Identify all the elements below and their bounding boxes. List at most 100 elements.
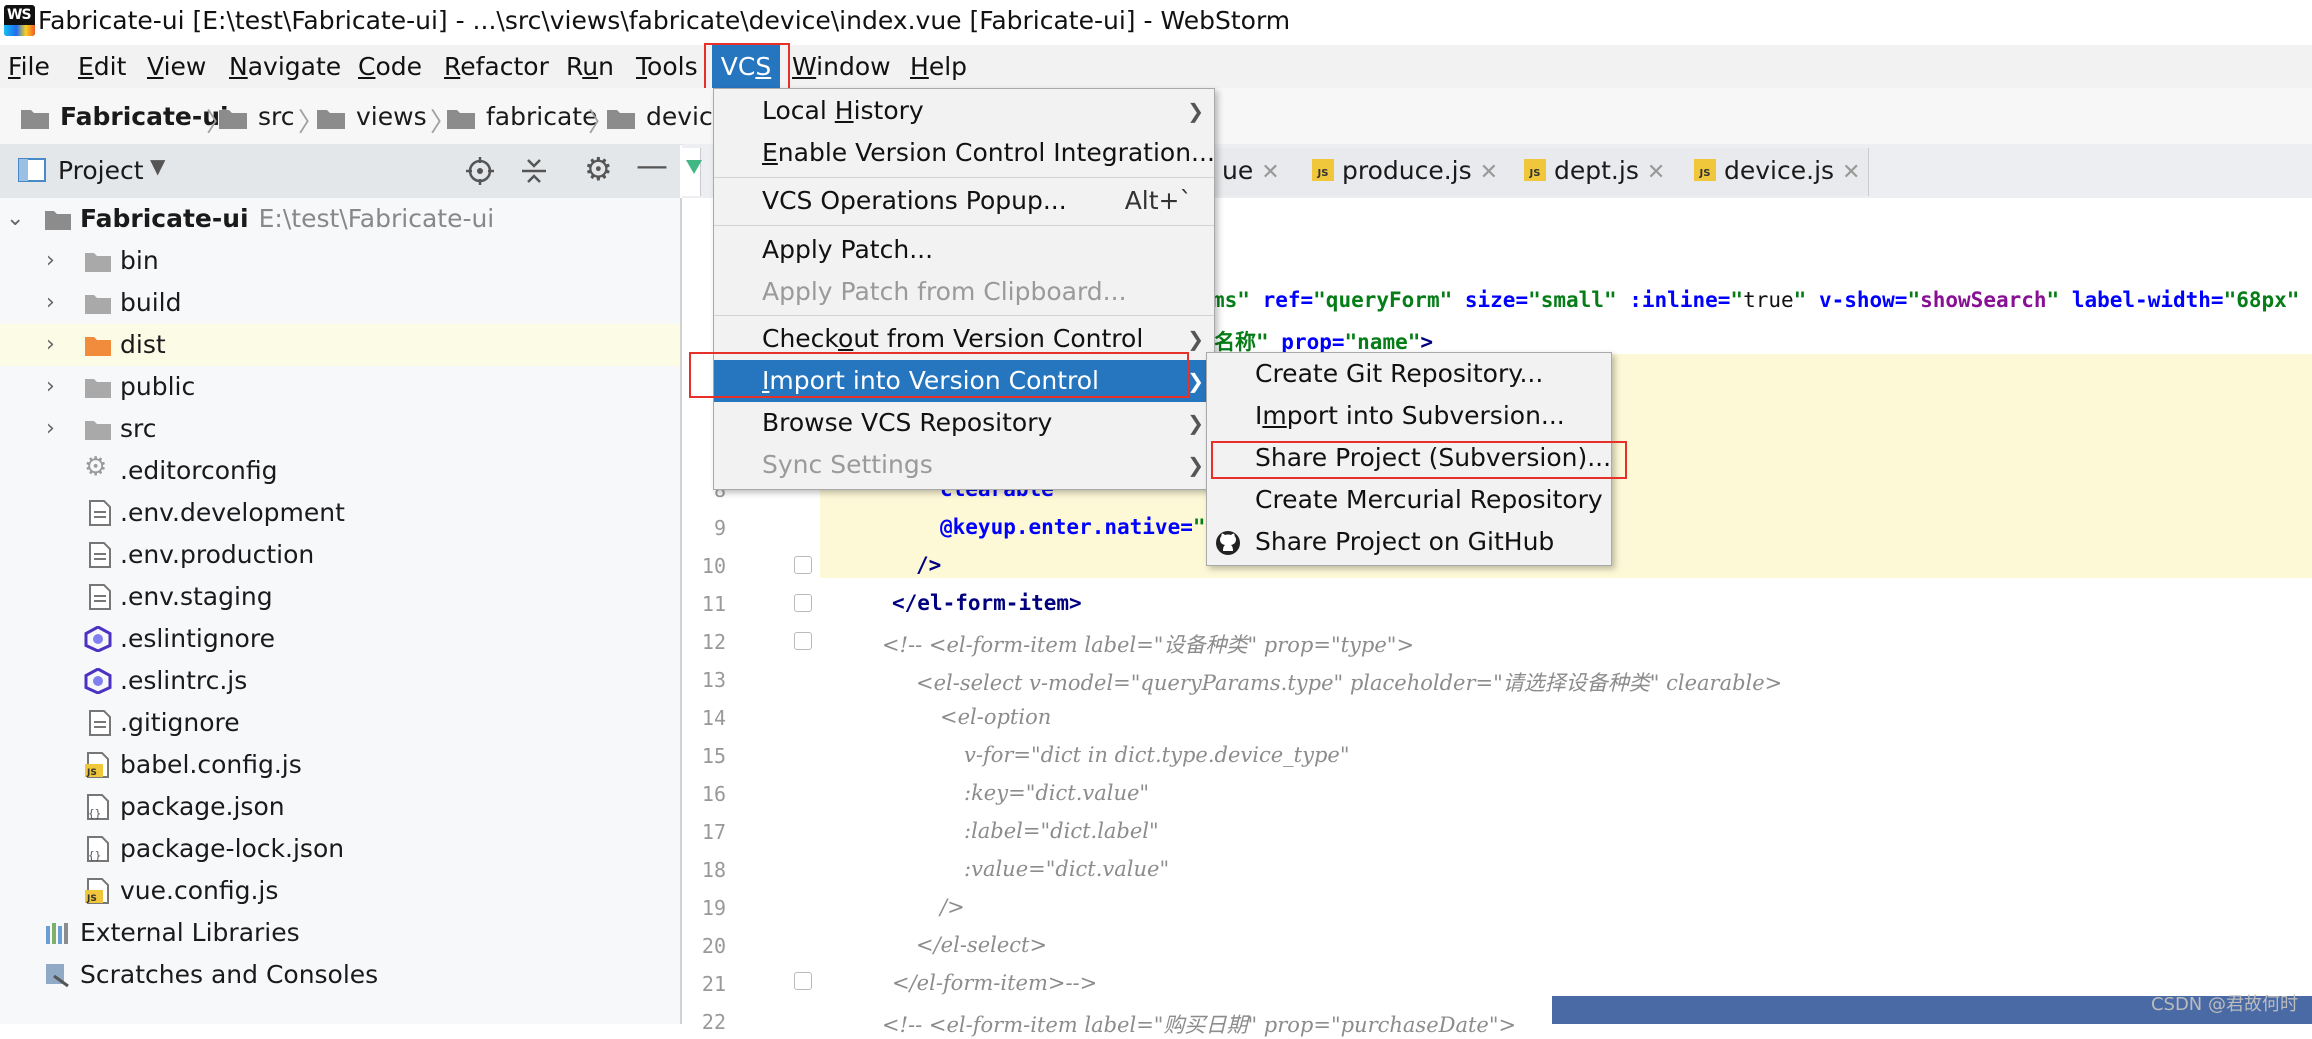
collapse-all-icon[interactable] xyxy=(520,157,548,185)
fold-marker-icon[interactable] xyxy=(794,556,812,574)
menu-item-checkout[interactable]: Checkout from Version Control ❯ xyxy=(714,318,1214,360)
menu-code[interactable]: Code xyxy=(358,45,422,88)
breadcrumb-item-src[interactable]: src xyxy=(218,102,295,132)
line-number: 9 xyxy=(713,516,726,540)
tree-item-gitignore[interactable]: .gitignore xyxy=(0,702,680,744)
tree-item-editorconfig[interactable]: ⚙ .editorconfig xyxy=(0,450,680,492)
menu-file[interactable]: File xyxy=(8,45,50,88)
tree-item-env-production[interactable]: .env.production xyxy=(0,534,680,576)
menu-navigate[interactable]: Navigate xyxy=(229,45,341,88)
tree-item-public[interactable]: › public xyxy=(0,366,680,408)
menu-item-create-git-repository[interactable]: Create Git Repository... xyxy=(1207,353,1611,395)
fold-marker-icon[interactable] xyxy=(794,972,812,990)
tab-active-edge[interactable] xyxy=(682,148,702,196)
tree-item-env-development[interactable]: .env.development xyxy=(0,492,680,534)
menu-item-create-mercurial-repository[interactable]: Create Mercurial Repository xyxy=(1207,479,1611,521)
tree-item-build[interactable]: › build xyxy=(0,282,680,324)
tab-device-js[interactable]: JS device.js ✕ xyxy=(1678,148,1869,196)
menu-window[interactable]: Window xyxy=(792,45,891,88)
tree-item-scratches[interactable]: Scratches and Consoles xyxy=(0,954,680,996)
vcs-dropdown-menu: Local History ❯ Enable Version Control In… xyxy=(713,88,1215,490)
text-file-icon xyxy=(89,584,111,610)
menu-item-share-on-github[interactable]: Share Project on GitHub xyxy=(1207,521,1611,563)
tree-item-package-lock-json[interactable]: {} package-lock.json xyxy=(0,828,680,870)
chevron-right-icon[interactable]: › xyxy=(46,374,55,399)
menu-view[interactable]: View xyxy=(147,45,206,88)
menu-separator xyxy=(714,315,1214,316)
chevron-right-icon[interactable]: › xyxy=(46,290,55,315)
vue-icon xyxy=(686,160,702,174)
breadcrumb-item-root[interactable]: Fabricate-ui xyxy=(20,102,229,132)
breadcrumb-item-fabricate[interactable]: fabricate xyxy=(446,102,597,132)
svg-text:{}: {} xyxy=(88,807,101,820)
locate-icon[interactable] xyxy=(466,157,494,185)
tree-root[interactable]: ⌄ Fabricate-ui E:\test\Fabricate-ui xyxy=(0,198,680,240)
menu-refactor[interactable]: Refactor xyxy=(444,45,549,88)
project-panel-title: Project xyxy=(58,156,144,185)
menu-item-enable-vcs[interactable]: Enable Version Control Integration... xyxy=(714,132,1215,174)
tree-item-bin[interactable]: › bin xyxy=(0,240,680,282)
tree-item-dist[interactable]: › dist xyxy=(0,324,680,366)
menu-item-share-project-subversion[interactable]: Share Project (Subversion)... xyxy=(1207,437,1611,479)
chevron-right-icon: ❯ xyxy=(1187,369,1204,393)
svg-text:JS: JS xyxy=(86,894,97,904)
menu-vcs[interactable]: VCS xyxy=(712,45,780,88)
close-icon[interactable]: ✕ xyxy=(1842,160,1860,185)
fold-marker-icon[interactable] xyxy=(794,594,812,612)
gear-icon[interactable]: ⚙ xyxy=(584,150,613,188)
menu-edit[interactable]: Edit xyxy=(78,45,126,88)
fold-marker-icon[interactable] xyxy=(794,632,812,650)
close-icon[interactable]: ✕ xyxy=(1480,160,1498,185)
eslint-icon xyxy=(84,668,112,694)
minimize-icon[interactable]: — xyxy=(636,146,668,184)
tree-item-eslintignore[interactable]: .eslintignore xyxy=(0,618,680,660)
close-icon[interactable]: ✕ xyxy=(1647,160,1665,185)
tree-item-package-json[interactable]: {} package.json xyxy=(0,786,680,828)
menu-separator xyxy=(714,177,1214,178)
code-line-13: <el-select v-model="queryParams.type" pl… xyxy=(916,671,1783,695)
menu-item-browse-vcs-repository[interactable]: Browse VCS Repository ❯ xyxy=(714,402,1214,444)
tree-item-external-libraries[interactable]: External Libraries xyxy=(0,912,680,954)
menu-item-apply-patch[interactable]: Apply Patch... xyxy=(714,229,1214,271)
tree-item-env-staging[interactable]: .env.staging xyxy=(0,576,680,618)
breadcrumb-item-views[interactable]: views xyxy=(316,102,427,132)
menu-help[interactable]: Help xyxy=(910,45,967,88)
folder-icon xyxy=(447,110,475,129)
tree-item-babel-config[interactable]: JS babel.config.js xyxy=(0,744,680,786)
menu-item-apply-patch-clipboard[interactable]: Apply Patch from Clipboard... xyxy=(714,271,1214,313)
menu-item-import-into-vcs[interactable]: Import into Version Control ❯ xyxy=(714,360,1214,402)
chevron-right-icon[interactable]: › xyxy=(46,416,55,441)
close-icon[interactable]: ✕ xyxy=(1261,160,1279,185)
menu-item-sync-settings[interactable]: Sync Settings ❯ xyxy=(714,444,1214,486)
folder-icon xyxy=(85,295,111,314)
line-number: 13 xyxy=(701,668,726,692)
chevron-down-icon[interactable]: ⌄ xyxy=(6,206,24,231)
tab-dept-js[interactable]: JS dept.js ✕ xyxy=(1508,148,1679,196)
tree-item-vue-config[interactable]: JS vue.config.js xyxy=(0,870,680,912)
chevron-right-icon: ❯ xyxy=(1187,453,1204,477)
eslint-icon xyxy=(84,626,112,652)
menu-tools[interactable]: Tools xyxy=(636,45,698,88)
menu-bar: File Edit View Navigate Code Refactor Ru… xyxy=(0,45,2312,88)
line-number: 11 xyxy=(701,592,726,616)
breadcrumb-item-device[interactable]: device xyxy=(606,102,728,132)
gear-icon: ⚙ xyxy=(84,452,108,482)
chevron-right-icon[interactable]: › xyxy=(46,332,55,357)
menu-item-import-into-subversion[interactable]: Import into Subversion... xyxy=(1207,395,1611,437)
chevron-right-icon: ❯ xyxy=(1187,411,1204,435)
chevron-right-icon[interactable]: › xyxy=(46,248,55,273)
line-number: 12 xyxy=(701,630,726,654)
code-line-10: /> xyxy=(916,553,942,577)
menu-item-local-history[interactable]: Local History ❯ xyxy=(714,90,1214,132)
menu-run[interactable]: Run xyxy=(566,45,614,88)
svg-text:JS: JS xyxy=(86,768,97,778)
tab-index-vue[interactable]: ue ✕ xyxy=(1202,148,1297,196)
line-number: 19 xyxy=(701,896,726,920)
webstorm-logo-icon: WS xyxy=(4,5,35,36)
watermark: CSDN @君故何时 xyxy=(2150,994,2298,1015)
tab-produce-js[interactable]: JS produce.js ✕ xyxy=(1296,148,1509,196)
menu-item-vcs-operations-popup[interactable]: VCS Operations Popup... Alt+` xyxy=(714,180,1214,222)
chevron-down-icon[interactable]: ▼ xyxy=(150,154,165,178)
tree-item-eslintrc[interactable]: .eslintrc.js xyxy=(0,660,680,702)
tree-item-src[interactable]: › src xyxy=(0,408,680,450)
